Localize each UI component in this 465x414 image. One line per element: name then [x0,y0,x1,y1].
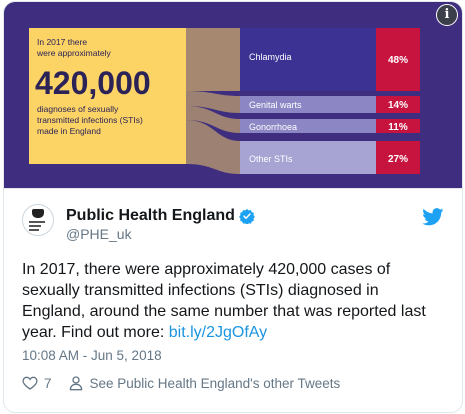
verified-badge-icon [239,209,255,224]
tweet-link[interactable]: bit.ly/2JgOfAy [169,324,267,341]
desc-line1: diagnoses of sexually [37,104,119,114]
tweet-card: In 2017 there were approximately 420,000… [3,1,463,413]
author-name-row[interactable]: Public Health England [66,205,255,227]
desc-line3: made in England [37,126,101,136]
label-chlamydia: Chlamydia [249,52,292,62]
handle[interactable]: @PHE_uk [66,226,132,242]
tweet-actions: 7 See Public Health England's other Twee… [22,373,340,393]
media-divider [4,188,462,189]
heart-icon[interactable] [22,375,38,391]
desc-line2: transmitted infections (STIs) [37,115,143,125]
avatar[interactable] [22,204,54,236]
pct-chlamydia: 48% [388,55,408,66]
intro-line2: were approximately [36,48,111,58]
person-icon [69,376,82,391]
intro-line1: In 2017 there [37,37,87,47]
label-genital-warts: Genital warts [249,100,302,110]
pct-genital-warts: 14% [388,100,408,111]
flow-chlamydia [186,28,240,91]
display-name[interactable]: Public Health England [66,207,235,225]
info-icon[interactable]: i [436,4,458,26]
pct-other-stis: 27% [388,154,408,165]
big-number: 420,000 [35,65,151,101]
see-other-tweets-link[interactable]: See Public Health England's other Tweets [90,376,341,391]
label-other-stis: Other STIs [249,154,293,164]
pct-gonorrhoea: 11% [388,122,408,133]
like-count[interactable]: 7 [44,376,52,391]
tweet-timestamp[interactable]: 10:08 AM - Jun 5, 2018 [22,348,162,363]
twitter-bird-icon[interactable] [422,208,444,226]
tweet-media[interactable]: In 2017 there were approximately 420,000… [4,2,462,188]
tweet-text: In 2017, there were approximately 420,00… [22,259,446,343]
sti-infographic: In 2017 there were approximately 420,000… [4,2,462,188]
label-gonorrhoea: Gonorrhoea [249,122,297,132]
crest-icon [32,209,44,218]
